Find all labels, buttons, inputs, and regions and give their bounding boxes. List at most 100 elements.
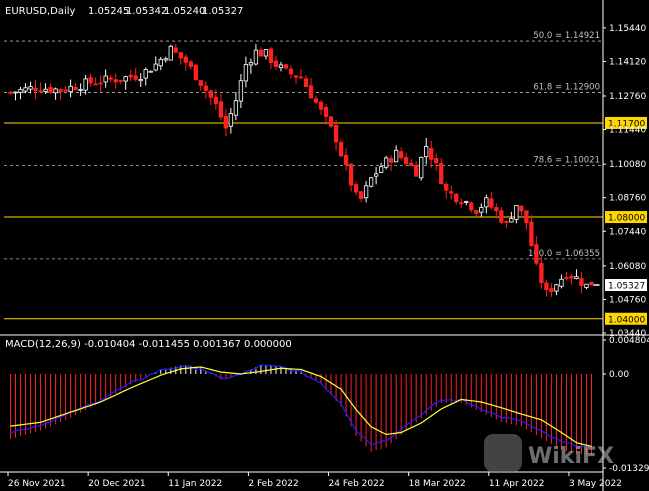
- candle-body: [8, 91, 13, 94]
- candle-body: [489, 198, 494, 208]
- candle-body: [469, 202, 474, 211]
- candle-body: [439, 162, 444, 185]
- candle-body: [338, 142, 344, 157]
- candle-body: [118, 79, 123, 82]
- candle-body: [524, 210, 529, 224]
- ohlc-high: 1.05342: [126, 6, 167, 17]
- candle-body: [43, 88, 48, 92]
- candle-body: [18, 89, 23, 93]
- candle-body: [93, 83, 98, 86]
- price-tick-label: 1.04760: [609, 295, 646, 305]
- candle-body: [23, 87, 28, 92]
- candle-body: [363, 185, 369, 199]
- fib-label: 61.8 = 1.12900: [533, 82, 600, 92]
- candle-body: [113, 79, 118, 83]
- candle-body: [584, 283, 589, 288]
- time-tick-label: 26 Nov 2021: [8, 479, 66, 489]
- candle-body: [459, 202, 464, 205]
- candle-body: [544, 282, 549, 290]
- candle-body: [33, 87, 38, 92]
- candle-body: [534, 244, 539, 264]
- candle-body: [579, 278, 584, 287]
- fib-label: 100.0 = 1.06355: [528, 249, 600, 259]
- candle-body: [223, 115, 229, 129]
- candle-body: [243, 64, 249, 82]
- candle-body: [63, 89, 68, 92]
- candle-body: [454, 193, 459, 203]
- price-tick-label: 1.07440: [609, 227, 646, 237]
- fibonacci-levels: 50.0 = 1.14921 61.8 = 1.12900 78.6 = 1.100…: [4, 31, 603, 260]
- candle-body: [78, 89, 83, 91]
- price-tick-label: 1.15440: [609, 24, 646, 34]
- level-price-label: 1.08000: [608, 214, 645, 224]
- watermark: WikiFX: [484, 434, 614, 472]
- fib-label: 50.0 = 1.14921: [533, 31, 600, 41]
- candle-body: [193, 64, 198, 81]
- candle-body: [28, 86, 33, 90]
- candle-body: [368, 177, 374, 187]
- candle-body: [509, 218, 514, 223]
- fib-label: 78.6 = 1.10021: [533, 156, 600, 166]
- candle-body: [574, 276, 579, 279]
- candle-body: [504, 221, 509, 223]
- price-tick-label: 1.06080: [609, 262, 646, 272]
- candle-body: [268, 48, 274, 63]
- candle-body: [419, 156, 424, 179]
- candle-body: [429, 148, 434, 160]
- candle-body: [414, 164, 419, 177]
- price-tick-label: 1.11440: [609, 126, 646, 136]
- time-tick-label: 11 Apr 2022: [489, 479, 545, 489]
- candle-body: [233, 100, 239, 116]
- candle-body: [238, 80, 244, 102]
- macd-label: MACD(12,26,9) -0.010404 -0.011455 0.0013…: [5, 339, 292, 350]
- candle-body: [494, 207, 499, 212]
- time-tick-label: 2 Feb 2022: [248, 479, 298, 489]
- time-tick-label: 11 Jan 2022: [168, 479, 222, 489]
- candle-body: [88, 77, 93, 84]
- candle-body: [13, 91, 18, 94]
- candle-body: [273, 60, 279, 67]
- candle-body: [188, 61, 193, 67]
- candle-body: [353, 184, 359, 193]
- candle-body: [549, 288, 554, 293]
- ohlc-low: 1.05240: [164, 6, 205, 17]
- candle-body: [444, 183, 449, 191]
- candle-body: [293, 75, 299, 78]
- candle-body: [383, 157, 389, 168]
- watermark-text: WikiFX: [528, 444, 614, 469]
- candle-body: [108, 77, 113, 80]
- candle-body: [153, 63, 158, 71]
- chart-title: EURUSD,Daily: [5, 6, 76, 17]
- ohlc-close: 1.05327: [202, 6, 243, 17]
- candle-body: [303, 78, 309, 88]
- candle-body: [399, 151, 404, 159]
- wikifx-logo-icon: [484, 434, 522, 472]
- candle-body: [424, 146, 429, 158]
- candle-body: [213, 96, 219, 104]
- candle-body: [323, 107, 329, 117]
- candle-body: [278, 64, 284, 69]
- candle-body: [514, 204, 519, 220]
- candle-body: [308, 85, 314, 99]
- macd-tick-label: 0.004804: [609, 336, 649, 346]
- candle-body: [318, 101, 324, 110]
- level-price-label: 1.04000: [608, 315, 645, 325]
- candle-body: [569, 275, 574, 279]
- candle-body: [173, 47, 178, 53]
- ohlc-open: 1.05245: [88, 6, 129, 17]
- candle-body: [554, 284, 559, 292]
- candle-body: [133, 75, 138, 80]
- candle-body: [449, 191, 454, 194]
- candle-body: [198, 80, 203, 86]
- candle-body: [128, 74, 133, 78]
- price-tick-label: 1.08760: [609, 194, 646, 204]
- candle-body: [203, 85, 208, 91]
- candle-body: [464, 201, 469, 203]
- candle-body: [388, 158, 394, 163]
- trading-chart[interactable]: 1.117001.080001.04000 50.0 = 1.1492161.8…: [0, 0, 649, 491]
- candle-body: [484, 197, 489, 208]
- candle-body: [378, 166, 384, 173]
- candle-body: [168, 45, 173, 61]
- candle-body: [373, 173, 379, 177]
- time-tick-label: 24 Feb 2022: [329, 479, 385, 489]
